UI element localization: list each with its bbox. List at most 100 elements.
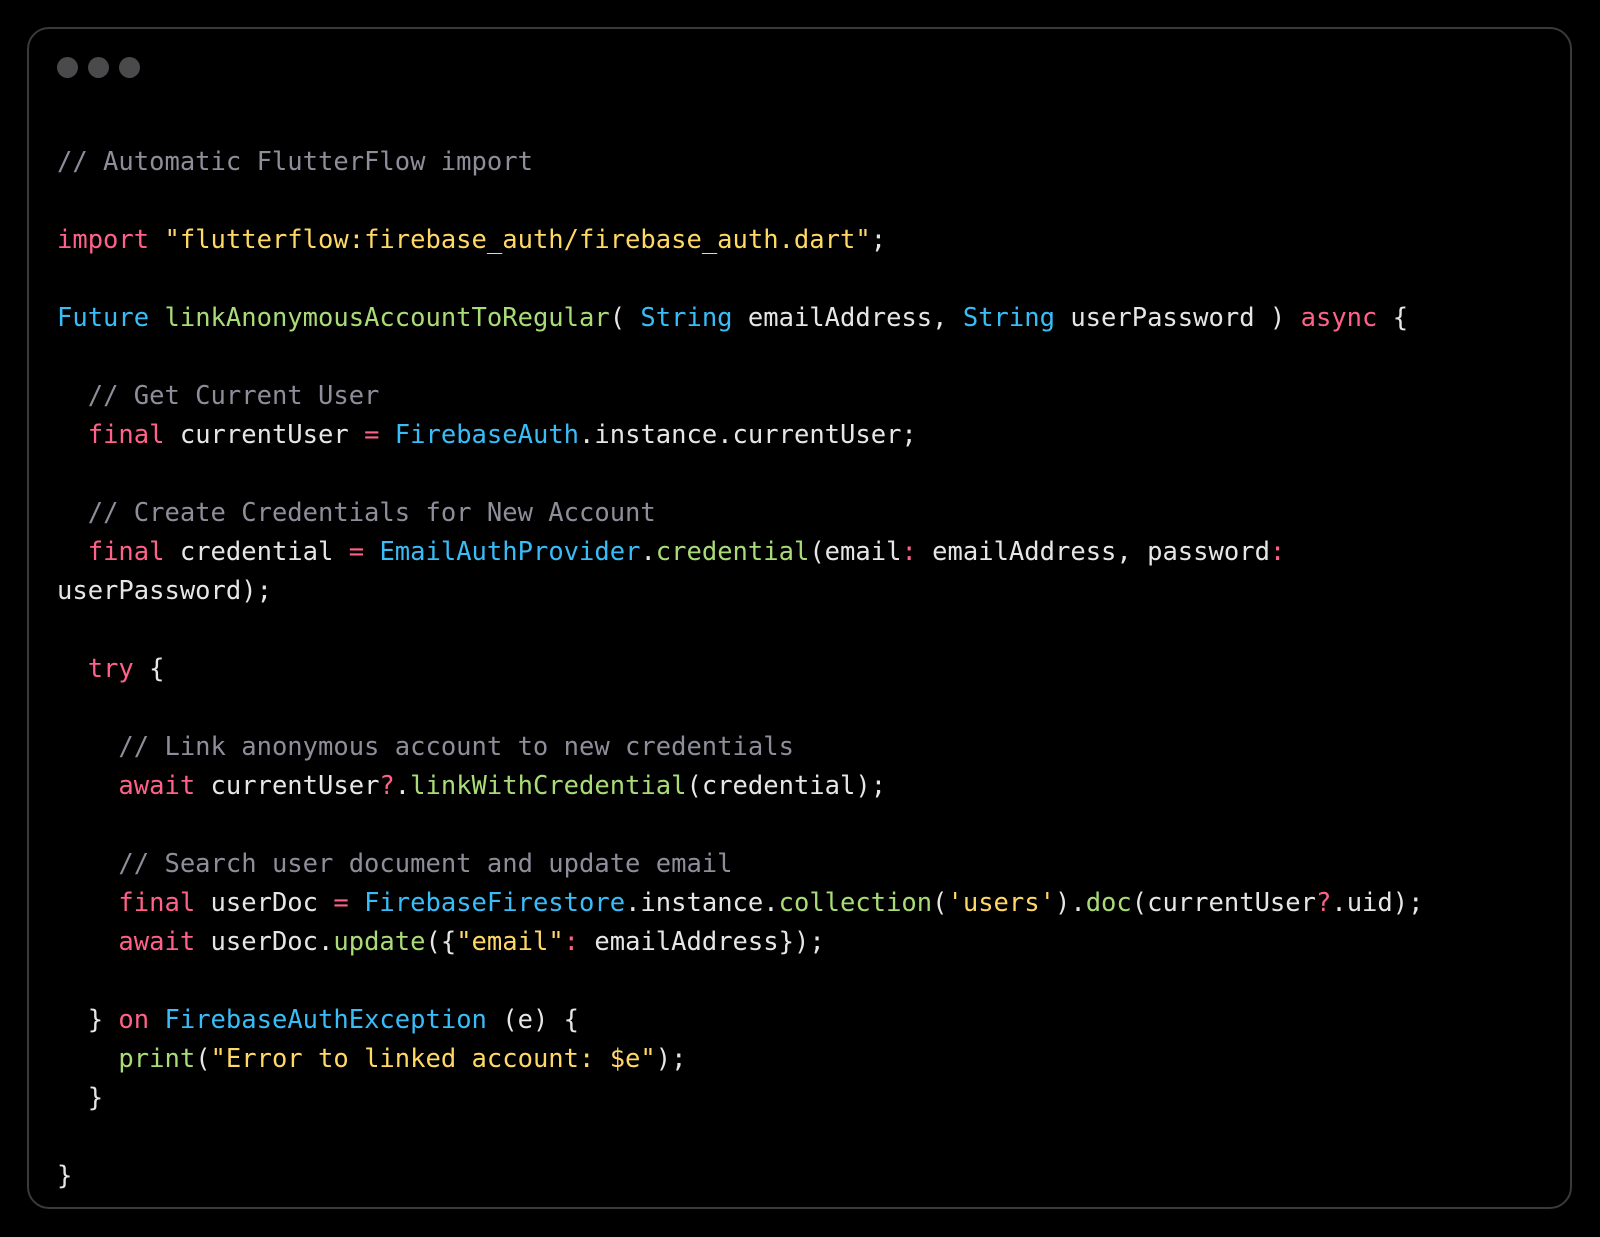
code-line: // Get Current User xyxy=(57,377,1423,416)
code-token-type: String xyxy=(962,303,1055,333)
code-token-plain: ); xyxy=(655,1044,687,1074)
code-line: } on FirebaseAuthException (e) { xyxy=(57,1001,1423,1040)
code-token-keyword: on xyxy=(118,1005,150,1035)
code-token-string: "email" xyxy=(456,927,564,957)
code-token-plain: userPassword ) xyxy=(1054,303,1301,333)
code-token-keyword: : xyxy=(563,927,580,957)
code-token-string: "Error to linked account: $e" xyxy=(210,1044,656,1074)
code-token-type: EmailAuthProvider xyxy=(379,537,641,567)
code-line: } xyxy=(57,1157,1423,1196)
code-line: await userDoc.update({"email": emailAddr… xyxy=(57,923,1423,962)
code-token-function: update xyxy=(333,927,426,957)
code-token-keyword: async xyxy=(1300,303,1378,333)
close-dot-icon[interactable] xyxy=(57,57,78,78)
code-line: import "flutterflow:firebase_auth/fireba… xyxy=(57,221,1423,260)
code-token-type: String xyxy=(640,303,733,333)
code-token-plain: { xyxy=(133,654,165,684)
code-token-keyword: = xyxy=(364,420,380,450)
code-token-keyword: final xyxy=(118,888,196,918)
code-token-plain: credential xyxy=(164,537,349,567)
code-token-plain: .uid); xyxy=(1331,888,1424,918)
code-token-type: FirebaseFirestore xyxy=(364,888,626,918)
code-token-type: FirebaseAuthException xyxy=(164,1005,487,1035)
window-controls xyxy=(57,57,150,78)
code-token-function: credential xyxy=(655,537,810,567)
code-token-comment: // Create Credentials for New Account xyxy=(87,498,656,528)
code-token-keyword: : xyxy=(1269,537,1286,567)
code-line: try { xyxy=(57,650,1423,689)
code-token-function: linkAnonymousAccountToRegular xyxy=(164,303,610,333)
code-line: userPassword); xyxy=(57,572,1423,611)
code-line: final currentUser = FirebaseAuth.instanc… xyxy=(57,416,1423,455)
code-token-plain: } xyxy=(57,1005,119,1035)
code-line: Future linkAnonymousAccountToRegular( St… xyxy=(57,299,1423,338)
code-token-plain: emailAddress}); xyxy=(579,927,825,957)
code-token-plain: (e) { xyxy=(486,1005,580,1035)
code-token-keyword: await xyxy=(118,771,196,801)
code-token-comment: // Link anonymous account to new credent… xyxy=(118,732,794,762)
code-token-plain: } xyxy=(57,1161,73,1191)
code-token-plain: .instance. xyxy=(625,888,779,918)
code-line: await currentUser?.linkWithCredential(cr… xyxy=(57,767,1423,806)
code-token-plain: ; xyxy=(870,225,887,255)
code-token-comment: // Search user document and update email xyxy=(118,849,733,879)
code-token-keyword: import xyxy=(57,225,150,255)
code-token-plain: (email xyxy=(809,537,902,567)
code-token-function: print xyxy=(118,1044,196,1074)
code-token-plain: ( xyxy=(932,888,948,918)
code-token-keyword: await xyxy=(118,927,196,957)
minimize-dot-icon[interactable] xyxy=(88,57,109,78)
code-line: // Automatic FlutterFlow import xyxy=(57,143,1423,182)
code-line: final userDoc = FirebaseFirestore.instan… xyxy=(57,884,1423,923)
code-token-plain: ({ xyxy=(425,927,457,957)
code-token-plain: (currentUser xyxy=(1131,888,1316,918)
code-token-plain: ( xyxy=(609,303,641,333)
code-token-plain: userPassword); xyxy=(57,576,272,606)
code-token-plain: ). xyxy=(1054,888,1086,918)
code-token-string: "flutterflow:firebase_auth/firebase_auth… xyxy=(164,225,871,255)
code-token-plain: emailAddress, xyxy=(732,303,963,333)
code-token-comment: // Get Current User xyxy=(87,381,380,411)
code-token-comment: // Automatic FlutterFlow import xyxy=(57,147,533,177)
code-token-type: Future xyxy=(57,303,150,333)
code-token-plain: emailAddress, password xyxy=(916,537,1270,567)
code-token-function: doc xyxy=(1085,888,1132,918)
code-token-plain: .instance.currentUser; xyxy=(579,420,917,450)
code-token-keyword: : xyxy=(901,537,917,567)
code-token-keyword: final xyxy=(87,420,165,450)
code-token-plain: } xyxy=(57,1083,104,1113)
code-token-plain: (credential); xyxy=(686,771,887,801)
code-line: // Search user document and update email xyxy=(57,845,1423,884)
code-line: // Link anonymous account to new credent… xyxy=(57,728,1423,767)
code-token-keyword: = xyxy=(333,888,349,918)
code-token-plain: userDoc. xyxy=(195,927,334,957)
code-token-keyword: ? xyxy=(1315,888,1332,918)
code-token-string: 'users' xyxy=(947,888,1055,918)
code-token-plain: ( xyxy=(195,1044,211,1074)
maximize-dot-icon[interactable] xyxy=(119,57,140,78)
code-token-keyword: final xyxy=(87,537,165,567)
code-token-plain: userDoc xyxy=(195,888,334,918)
code-line: } xyxy=(57,1079,1423,1118)
code-token-keyword: = xyxy=(348,537,365,567)
